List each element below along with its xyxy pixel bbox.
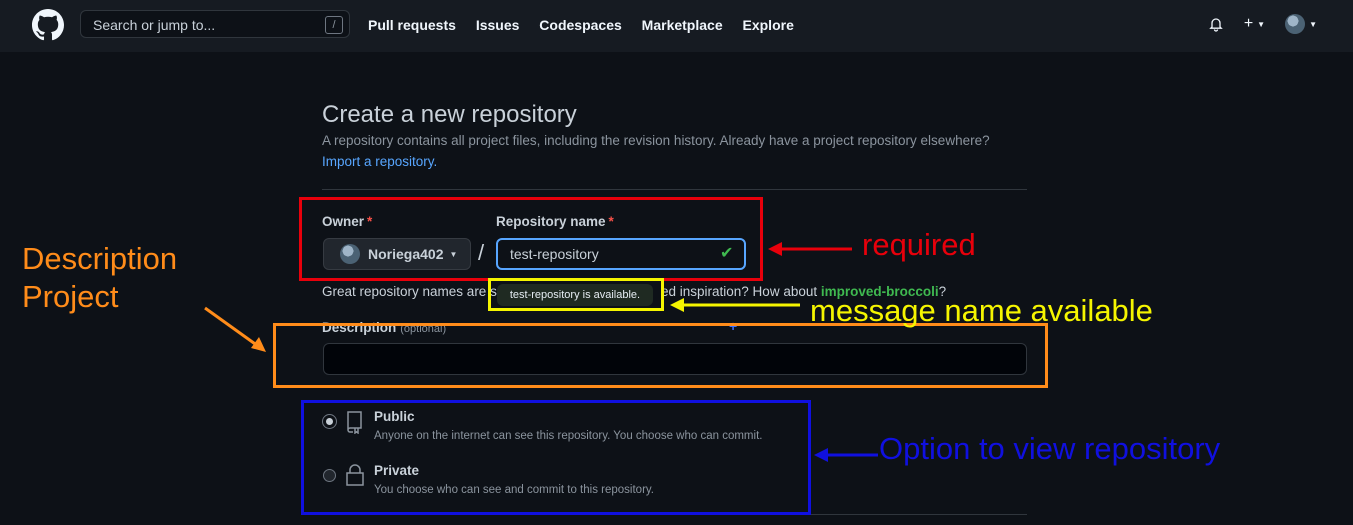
annotation-required: required bbox=[862, 227, 976, 262]
visibility-arrow-head bbox=[814, 448, 828, 462]
description-arrow-head bbox=[251, 337, 266, 352]
annotation-option-view: Option to view repository bbox=[879, 431, 1221, 466]
annotation-message-available: message name available bbox=[810, 293, 1153, 328]
required-arrow-head bbox=[768, 242, 782, 256]
annotation-description-project: Description Project bbox=[22, 240, 177, 316]
annotation-description-line2: Project bbox=[22, 279, 119, 314]
available-arrow-head bbox=[670, 298, 684, 312]
description-arrow bbox=[204, 306, 259, 348]
annotation-description-line1: Description bbox=[22, 241, 178, 276]
